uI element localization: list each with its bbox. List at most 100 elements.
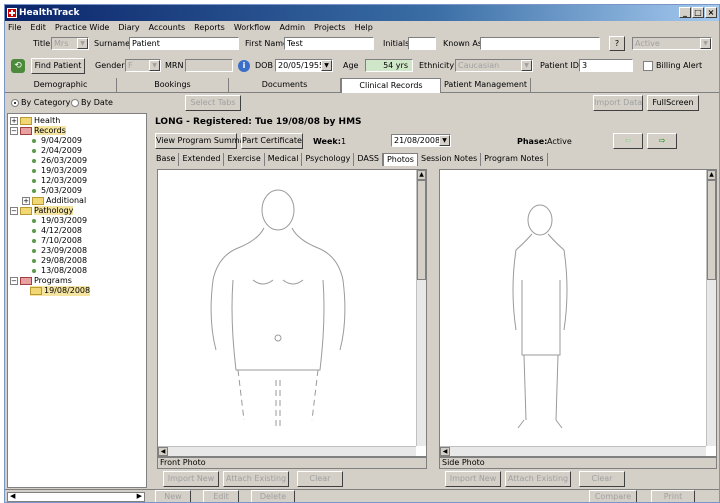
subtab-exercise[interactable]: Exercise xyxy=(224,153,265,166)
tab-patient-management[interactable]: Patient Management xyxy=(441,78,531,93)
by-date-radio[interactable]: By Date xyxy=(71,98,113,107)
maximize-button[interactable]: □ xyxy=(692,7,704,18)
tree-node-programs[interactable]: − Programs xyxy=(10,276,72,286)
new-button[interactable]: New xyxy=(155,490,191,502)
tab-bookings[interactable]: Bookings xyxy=(117,78,229,93)
patientid-label: Patient ID xyxy=(540,61,579,70)
chevron-down-icon[interactable]: ▼ xyxy=(77,38,88,49)
side-import-new-button[interactable]: Import New xyxy=(445,471,501,487)
ethnicity-select[interactable]: Caucasian ▼ xyxy=(455,59,533,72)
front-photo-vscroll[interactable]: ▲ xyxy=(416,170,426,446)
fullscreen-button[interactable]: FullScreen xyxy=(647,95,699,111)
help-button[interactable]: ? xyxy=(609,36,625,51)
surname-field[interactable]: Patient xyxy=(129,37,239,50)
info-icon[interactable]: i xyxy=(238,60,250,72)
subtab-photos[interactable]: Photos xyxy=(382,153,418,166)
menu-workflow[interactable]: Workflow xyxy=(234,21,271,34)
tree-node-pathology[interactable]: − Pathology xyxy=(10,206,74,216)
tab-demographic[interactable]: Demographic xyxy=(5,78,117,93)
billing-alert-checkbox[interactable] xyxy=(643,61,653,71)
tab-documents[interactable]: Documents xyxy=(229,78,341,93)
side-attach-existing-button[interactable]: Attach Existing xyxy=(505,471,571,487)
side-clear-button[interactable]: Clear xyxy=(579,471,625,487)
tree-record-date[interactable]: 2/04/2009 xyxy=(10,146,82,156)
prev-week-arrow-icon[interactable]: ⇦ xyxy=(613,133,643,149)
subtab-extended[interactable]: Extended xyxy=(179,153,225,166)
tree-pathology-date[interactable]: 23/09/2008 xyxy=(10,246,87,256)
folder-icon xyxy=(20,116,32,125)
next-week-arrow-icon[interactable]: ⇨ xyxy=(647,133,677,149)
subtab-dass[interactable]: DASS xyxy=(354,153,383,166)
tree-pathology-date[interactable]: 4/12/2008 xyxy=(10,226,82,236)
dob-field[interactable]: 20/05/1955 ▼ xyxy=(275,59,333,72)
menu-help[interactable]: Help xyxy=(355,21,373,34)
subtab-medical[interactable]: Medical xyxy=(265,153,303,166)
front-attach-existing-button[interactable]: Attach Existing xyxy=(223,471,289,487)
menu-projects[interactable]: Projects xyxy=(314,21,346,34)
tree-record-date[interactable]: 12/03/2009 xyxy=(10,176,87,186)
tree-record-date[interactable]: 19/03/2009 xyxy=(10,166,87,176)
chevron-down-icon[interactable]: ▼ xyxy=(149,60,160,71)
status-select[interactable]: Active ▼ xyxy=(632,37,712,50)
tree-pathology-date[interactable]: 29/08/2008 xyxy=(10,256,87,266)
tree-node-additional[interactable]: + Additional xyxy=(22,196,86,206)
tree-pathology-date[interactable]: 7/10/2008 xyxy=(10,236,82,246)
front-clear-button[interactable]: Clear xyxy=(297,471,343,487)
part-certificate-button[interactable]: Part Certificate xyxy=(241,133,303,149)
tree-pathology-date[interactable]: 19/03/2009 xyxy=(10,216,87,226)
subtab-base[interactable]: Base xyxy=(153,153,180,166)
tree-node-records[interactable]: − Records xyxy=(10,126,66,136)
mrn-field[interactable] xyxy=(185,59,233,72)
folder-icon xyxy=(32,196,44,205)
delete-button[interactable]: Delete xyxy=(251,490,295,502)
subtab-psychology[interactable]: Psychology xyxy=(302,153,355,166)
find-patient-button[interactable]: Find Patient xyxy=(31,58,85,74)
view-program-summary-button[interactable]: View Program Summary xyxy=(155,133,252,149)
close-button[interactable]: × xyxy=(705,7,717,18)
tree-node-health[interactable]: + Health xyxy=(10,116,60,126)
menu-reports[interactable]: Reports xyxy=(194,21,225,34)
front-import-new-button[interactable]: Import New xyxy=(163,471,219,487)
chevron-down-icon[interactable]: ▼ xyxy=(700,38,711,49)
chevron-down-icon[interactable]: ▼ xyxy=(321,60,332,71)
menu-diary[interactable]: Diary xyxy=(118,21,139,34)
menu-practice-wide[interactable]: Practice Wide xyxy=(55,21,109,34)
minimize-button[interactable]: _ xyxy=(679,7,691,18)
initials-field[interactable] xyxy=(408,37,436,50)
edit-button[interactable]: Edit xyxy=(203,490,239,502)
subtab-program-notes[interactable]: Program Notes xyxy=(481,153,548,166)
compare-button[interactable]: Compare xyxy=(589,490,637,502)
tab-clinical-records[interactable]: Clinical Records xyxy=(341,78,441,93)
week-date-select[interactable]: 21/08/2008 ▼ xyxy=(391,134,451,147)
tree-program-date[interactable]: 19/08/2008 xyxy=(30,286,91,296)
patientid-field[interactable]: 3 xyxy=(579,59,633,72)
app-window: HealthTrack _ □ × File Edit Practice Wid… xyxy=(4,4,720,503)
menu-admin[interactable]: Admin xyxy=(280,21,306,34)
import-data-button[interactable]: Import Data xyxy=(593,95,643,111)
tree-hscroll[interactable]: ◀ ▶ xyxy=(7,492,145,502)
front-photo-hscroll[interactable]: ◀ xyxy=(158,446,416,456)
tree-pathology-date[interactable]: 13/08/2008 xyxy=(10,266,87,276)
firstname-field[interactable]: Test xyxy=(284,37,374,50)
by-category-radio[interactable]: By Category xyxy=(11,98,70,107)
chevron-down-icon[interactable]: ▼ xyxy=(439,135,450,146)
subtab-session-notes[interactable]: Session Notes xyxy=(418,153,482,166)
tree-record-date[interactable]: 5/03/2009 xyxy=(10,186,82,196)
knownas-field[interactable] xyxy=(480,37,600,50)
chevron-down-icon[interactable]: ▼ xyxy=(521,60,532,71)
tree-record-date[interactable]: 26/03/2009 xyxy=(10,156,87,166)
menu-accounts[interactable]: Accounts xyxy=(149,21,185,34)
gender-select[interactable]: F ▼ xyxy=(125,59,161,72)
leaf-icon xyxy=(32,188,36,193)
sort-toolbar: By Category By Date Select Tabs Import D… xyxy=(5,94,719,112)
tree-record-date[interactable]: 9/04/2009 xyxy=(10,136,82,146)
title-select[interactable]: Mrs ▼ xyxy=(51,37,89,50)
ethnicity-label: Ethnicity xyxy=(419,61,455,70)
print-button[interactable]: Print xyxy=(651,490,695,502)
side-photo-vscroll[interactable]: ▲ xyxy=(706,170,716,446)
side-photo-hscroll[interactable]: ◀ xyxy=(440,446,706,456)
select-tabs-button[interactable]: Select Tabs xyxy=(185,95,241,111)
menu-file[interactable]: File xyxy=(8,21,21,34)
find-patient-icon[interactable]: ⟲ xyxy=(11,59,25,73)
menu-edit[interactable]: Edit xyxy=(30,21,46,34)
